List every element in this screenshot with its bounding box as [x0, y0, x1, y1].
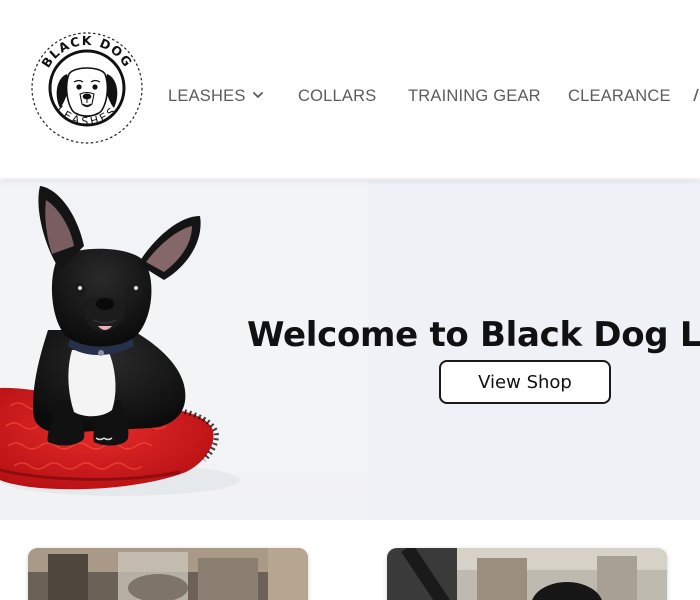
nav-item-label: CLEARANCE [568, 87, 671, 105]
nav-item-training-gear[interactable]: TRAINING GEAR [408, 84, 541, 108]
dog-leash-image [387, 548, 667, 600]
black-dog-leashes-logo[interactable]: BLACK DOG LEASHES [30, 30, 144, 146]
chevron-down-icon [252, 92, 263, 99]
nav-item-collars[interactable]: COLLARS [298, 84, 376, 108]
nav-item-label: TRAINING GEAR [408, 87, 541, 105]
page: BLACK DOG LEASHES LEASHES COLLARS TRAINI… [0, 0, 700, 600]
nav-item-label: COLLARS [298, 87, 377, 105]
nav-item-overflow[interactable] [692, 88, 700, 102]
product-card[interactable] [28, 548, 308, 600]
nav-item-leashes[interactable]: LEASHES [168, 84, 264, 108]
hero-title: Welcome to Black Dog Leashes [247, 314, 700, 355]
product-card[interactable] [387, 548, 667, 600]
nav-item-label: LEASHES [168, 87, 246, 105]
view-shop-button[interactable]: View Shop [439, 360, 611, 404]
product-cards [0, 520, 700, 600]
nav-item-clearance[interactable]: CLEARANCE [568, 84, 671, 108]
site-header: BLACK DOG LEASHES LEASHES COLLARS TRAINI… [0, 0, 700, 178]
dog-outdoor-image [28, 548, 308, 600]
